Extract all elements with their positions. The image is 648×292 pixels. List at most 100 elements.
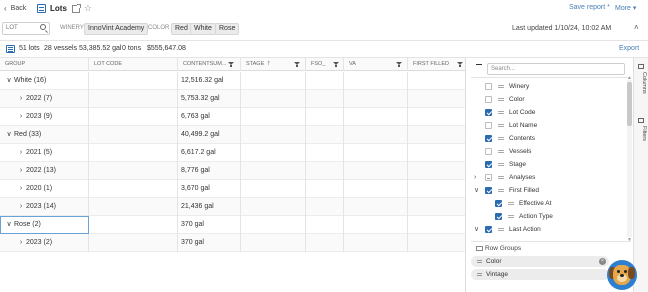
scrollbar-thumb[interactable] [627,82,632,126]
column-list-item[interactable]: Action Type [467,210,627,223]
lot-code-cell[interactable] [89,180,178,198]
row-group-pill-color[interactable]: Color × [471,256,609,267]
table-row[interactable]: › 2021 (5) 6,617.2 gal [0,144,465,162]
stage-cell[interactable] [241,162,306,180]
filter-icon[interactable] [396,62,402,67]
columns-icon[interactable] [638,64,644,69]
va-cell[interactable] [344,108,408,126]
drag-handle-icon[interactable] [508,202,514,203]
drag-handle-icon[interactable] [498,189,504,190]
column-checkbox[interactable] [485,161,492,168]
column-checkbox[interactable] [485,148,492,155]
drag-handle-icon[interactable] [508,215,514,216]
contents-cell[interactable]: 3,670 gal [178,180,241,198]
table-row[interactable]: › 2023 (2) 370 gal [0,234,465,252]
va-cell[interactable] [344,162,408,180]
column-list-item[interactable]: Lot Name [467,119,627,132]
first-filled-cell[interactable] [408,72,465,90]
chevron-right-icon[interactable]: › [16,90,26,107]
stage-cell[interactable] [241,72,306,90]
winery-filter-chip[interactable]: InnoVint Academy [84,23,149,35]
group-cell[interactable]: ∨ Red (33) [0,126,89,144]
va-cell[interactable] [344,90,408,108]
color-chip-rose[interactable]: Rose [215,23,240,35]
lot-code-cell[interactable] [89,126,178,144]
collapse-all-icon[interactable] [476,64,482,65]
fso-cell[interactable] [306,108,344,126]
drag-handle-icon[interactable] [498,150,504,151]
column-list-item[interactable]: Stage [467,158,627,171]
first-filled-cell[interactable] [408,234,465,252]
drag-handle-icon[interactable] [498,98,504,99]
chevron-right-icon[interactable]: › [16,234,26,251]
drag-handle-icon[interactable] [477,273,482,274]
lot-code-cell[interactable] [89,198,178,216]
va-cell[interactable] [344,144,408,162]
lot-search-input[interactable]: LOT [2,22,50,35]
contents-cell[interactable]: 6,763 gal [178,108,241,126]
column-header-lot-code[interactable]: LOT CODE [89,58,178,71]
chevron-down-icon[interactable]: ∨ [474,184,479,197]
table-row[interactable]: ∨ Rose (2) 370 gal [0,216,465,234]
tab-columns[interactable]: Columns [636,72,647,94]
filter-icon[interactable] [333,62,339,67]
column-list-item[interactable]: Contents [467,132,627,145]
drag-handle-icon[interactable] [498,137,504,138]
remove-icon[interactable]: × [599,258,606,265]
table-row[interactable]: ∨ White (16) 12,516.32 gal [0,72,465,90]
fso-cell[interactable] [306,90,344,108]
row-group-pill-vintage[interactable]: Vintage [471,269,609,280]
column-list-item[interactable]: Lot Code [467,106,627,119]
group-cell[interactable]: ∨ Rose (2) [0,216,89,234]
lot-code-cell[interactable] [89,108,178,126]
column-header-group[interactable]: GROUP [0,58,89,71]
first-filled-cell[interactable] [408,108,465,126]
filters-icon[interactable] [638,118,644,123]
stage-cell[interactable] [241,198,306,216]
contents-cell[interactable]: 5,753.32 gal [178,90,241,108]
group-cell[interactable]: › 2022 (13) [0,162,89,180]
first-filled-cell[interactable] [408,198,465,216]
column-checkbox[interactable] [485,96,492,103]
column-list-scrollbar[interactable] [627,80,632,237]
back-button[interactable]: ‹ Back [4,4,26,13]
va-cell[interactable] [344,180,408,198]
fso-cell[interactable] [306,198,344,216]
fso-cell[interactable] [306,234,344,252]
column-list-item[interactable]: Winery [467,80,627,93]
filter-icon[interactable] [294,62,300,67]
column-list-item[interactable]: ∨ First Filled [467,184,627,197]
first-filled-cell[interactable] [408,216,465,234]
column-list-item[interactable]: Vessels [467,145,627,158]
table-row[interactable]: › 2022 (7) 5,753.32 gal [0,90,465,108]
column-checkbox[interactable] [495,200,502,207]
stage-cell[interactable] [241,108,306,126]
color-chip-red[interactable]: Red [171,23,192,35]
fso-cell[interactable] [306,144,344,162]
column-checkbox[interactable] [485,226,492,233]
lot-code-cell[interactable] [89,72,178,90]
chevron-right-icon[interactable]: › [474,171,476,184]
column-checkbox[interactable] [485,83,492,90]
lot-code-cell[interactable] [89,234,178,252]
chevron-down-icon[interactable]: ∨ [4,126,14,143]
chevron-right-icon[interactable]: › [16,144,26,161]
va-cell[interactable] [344,198,408,216]
group-cell[interactable]: › 2023 (2) [0,234,89,252]
fso-cell[interactable] [306,180,344,198]
table-row[interactable]: › 2023 (14) 21,436 gal [0,198,465,216]
stage-cell[interactable] [241,234,306,252]
lot-code-cell[interactable] [89,216,178,234]
column-list-item[interactable]: ∨ Last Action [467,223,627,236]
table-row[interactable]: › 2022 (13) 8,776 gal [0,162,465,180]
column-checkbox[interactable] [485,109,492,116]
va-cell[interactable] [344,216,408,234]
stage-cell[interactable] [241,90,306,108]
fso-cell[interactable] [306,162,344,180]
sort-ascending-icon[interactable]: ↑ [267,60,271,67]
first-filled-cell[interactable] [408,90,465,108]
contents-cell[interactable]: 21,436 gal [178,198,241,216]
contents-cell[interactable]: 6,617.2 gal [178,144,241,162]
column-search-input[interactable]: Search... [487,63,625,75]
drag-handle-icon[interactable] [498,228,504,229]
